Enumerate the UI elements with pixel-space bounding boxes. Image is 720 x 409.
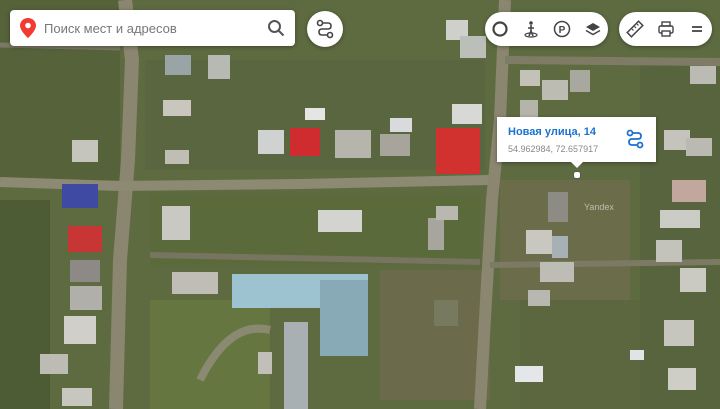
search-input[interactable] [36,20,267,36]
print-icon [657,21,674,37]
parking-icon: P [553,20,571,38]
panorama-icon [492,21,508,37]
route-to-place-icon[interactable] [624,128,646,150]
menu-button[interactable] [682,14,712,44]
layers-icon [585,23,600,36]
transit-icon [524,21,538,38]
map-pin-icon [20,18,36,38]
svg-text:P: P [559,25,566,36]
place-card-pointer [571,162,583,168]
route-button[interactable] [307,11,343,47]
place-title[interactable]: Новая улица, 14 [508,126,596,138]
ruler-icon [625,20,644,38]
print-button[interactable] [651,14,681,44]
place-card[interactable]: Новая улица, 14 54.962984, 72.657917 [497,117,656,162]
tools-toolbar [619,12,712,46]
location-marker[interactable] [573,171,581,179]
route-icon [316,19,334,39]
layers-button[interactable] [578,14,608,44]
transit-button[interactable] [516,14,546,44]
parking-button[interactable]: P [547,14,577,44]
map-watermark: Yandex [584,202,614,212]
search-icon[interactable] [267,19,285,37]
menu-icon [691,26,702,32]
map-layers-toolbar: P [485,12,608,46]
panorama-button[interactable] [485,14,515,44]
ruler-button[interactable] [620,14,650,44]
place-coordinates: 54.962984, 72.657917 [508,144,599,154]
search-box[interactable] [10,10,295,46]
satellite-map[interactable]: Yandex [0,0,720,409]
